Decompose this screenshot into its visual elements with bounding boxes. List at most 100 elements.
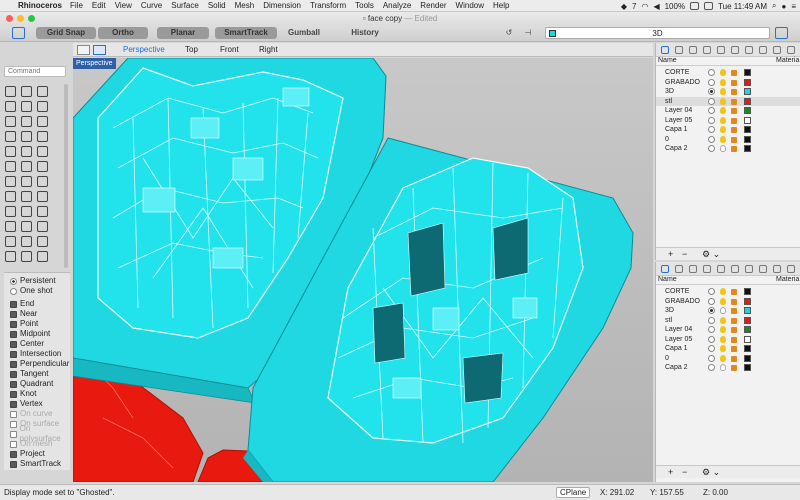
layer-color-swatch[interactable] xyxy=(744,307,751,314)
snap-checkbox[interactable] xyxy=(10,400,17,408)
menu-view[interactable]: View xyxy=(115,1,132,10)
layer-row[interactable]: Capa 2 xyxy=(656,363,800,373)
snap-checkbox[interactable] xyxy=(10,360,17,368)
current-layer-radio[interactable] xyxy=(708,364,715,371)
layer-row[interactable]: 0 xyxy=(656,135,800,145)
snap-checkbox[interactable] xyxy=(10,310,17,318)
layer-row[interactable]: GRABADO xyxy=(656,297,800,307)
light-bulb-icon[interactable] xyxy=(720,126,726,133)
curve-icon[interactable] xyxy=(21,101,32,112)
sphere-icon[interactable] xyxy=(21,146,32,157)
snap-option[interactable]: Point xyxy=(10,319,38,329)
current-layer-radio[interactable] xyxy=(708,316,715,324)
circle-icon[interactable] xyxy=(37,101,48,112)
light-bulb-icon[interactable] xyxy=(720,335,726,343)
snap-checkbox[interactable] xyxy=(10,430,17,438)
snap-checkbox[interactable] xyxy=(10,440,17,448)
lights-tab-icon[interactable] xyxy=(759,46,767,54)
snap-checkbox[interactable] xyxy=(10,450,17,458)
viewport-label[interactable]: Perspective xyxy=(73,58,116,69)
snap-option[interactable]: Near xyxy=(10,309,37,319)
close-icon[interactable] xyxy=(6,15,13,22)
snap-option[interactable]: Midpoint xyxy=(10,329,50,339)
transform-icon[interactable] xyxy=(5,251,16,262)
snap-mode-option[interactable]: One shot xyxy=(10,286,52,296)
user-icon[interactable]: ● xyxy=(781,2,786,11)
layer-color-swatch[interactable] xyxy=(744,116,751,124)
layer-color-swatch[interactable] xyxy=(744,126,751,133)
layer-row[interactable]: stl xyxy=(656,316,800,326)
radio-button[interactable] xyxy=(10,277,17,285)
dimension-icon[interactable] xyxy=(5,221,16,232)
layer-row[interactable]: Capa 1 xyxy=(656,125,800,135)
lock-icon[interactable] xyxy=(731,317,737,324)
layer-color-swatch[interactable] xyxy=(744,288,751,295)
menu-window[interactable]: Window xyxy=(456,1,484,10)
lock-icon[interactable] xyxy=(731,108,737,114)
layer-row[interactable]: Layer 05 xyxy=(656,335,800,345)
lock-icon[interactable] xyxy=(731,98,737,105)
light-bulb-icon[interactable] xyxy=(720,297,726,305)
layers-tab-icon[interactable] xyxy=(661,265,669,273)
menu-mesh[interactable]: Mesh xyxy=(235,1,255,10)
toolbar-more-icon[interactable] xyxy=(37,251,48,262)
lock-icon[interactable] xyxy=(731,89,737,95)
snap-option[interactable]: Quadrant xyxy=(10,379,53,389)
layer-row[interactable]: GRABADO xyxy=(656,78,800,88)
current-layer-radio[interactable] xyxy=(708,116,715,124)
light-bulb-icon[interactable] xyxy=(720,69,726,76)
light-bulb-icon[interactable] xyxy=(720,288,726,295)
current-layer-radio[interactable] xyxy=(708,78,715,86)
snap-option[interactable]: Perpendicular xyxy=(10,359,69,369)
menu-curve[interactable]: Curve xyxy=(141,1,162,10)
volume-icon[interactable]: ◀ xyxy=(653,2,659,11)
layer-row[interactable]: CORTE xyxy=(656,68,800,78)
snap-option[interactable]: On polysurface xyxy=(10,424,70,443)
clock[interactable]: Tue 11:49 AM xyxy=(718,2,767,11)
light-bulb-icon[interactable] xyxy=(720,88,726,95)
surface-icon[interactable] xyxy=(37,131,48,142)
snap-option[interactable]: On mesh xyxy=(10,439,52,449)
layer-color-swatch[interactable] xyxy=(744,297,751,305)
lock-icon[interactable] xyxy=(731,336,737,343)
environment-tab-icon[interactable] xyxy=(773,46,781,54)
wifi-icon[interactable]: ◠ xyxy=(641,2,648,11)
layers-tab-icon[interactable] xyxy=(661,46,669,54)
perspective-viewport[interactable]: Perspective xyxy=(73,58,653,482)
snap-option[interactable]: Intersection xyxy=(10,349,61,359)
light-bulb-icon[interactable] xyxy=(720,326,726,333)
menu-render[interactable]: Render xyxy=(420,1,446,10)
light-bulb-icon[interactable] xyxy=(720,97,726,105)
snap-checkbox[interactable] xyxy=(10,460,17,468)
redo-icon[interactable]: ⊣ xyxy=(522,27,534,39)
current-layer-radio[interactable] xyxy=(708,354,715,362)
lock-icon[interactable] xyxy=(731,146,737,152)
current-layer-radio[interactable] xyxy=(708,307,715,314)
lock-icon[interactable] xyxy=(731,365,737,371)
grid-snap-button[interactable]: Grid Snap xyxy=(36,27,96,39)
menu-transform[interactable]: Transform xyxy=(310,1,346,10)
snap-checkbox[interactable] xyxy=(10,300,17,308)
light-bulb-icon[interactable] xyxy=(720,145,726,152)
current-layer-radio[interactable] xyxy=(708,88,715,95)
notes-tab-icon[interactable] xyxy=(745,265,753,273)
radio-button[interactable] xyxy=(10,287,17,295)
current-layer-radio[interactable] xyxy=(708,69,715,76)
current-layer-radio[interactable] xyxy=(708,297,715,305)
tab-right[interactable]: Right xyxy=(259,45,278,55)
tab-front[interactable]: Front xyxy=(220,45,239,55)
ortho-button[interactable]: Ortho xyxy=(98,27,148,39)
point-icon[interactable] xyxy=(21,86,32,97)
layer-row[interactable]: Layer 04 xyxy=(656,325,800,335)
snap-checkbox[interactable] xyxy=(10,320,17,328)
snap-option[interactable]: Center xyxy=(10,339,44,349)
layer-color-swatch[interactable] xyxy=(744,69,751,76)
current-layer-radio[interactable] xyxy=(708,107,715,114)
search-icon[interactable]: ⌕ xyxy=(772,1,776,11)
light-bulb-icon[interactable] xyxy=(720,364,726,371)
menu-tools[interactable]: Tools xyxy=(355,1,374,10)
current-layer-radio[interactable] xyxy=(708,326,715,333)
snap-checkbox[interactable] xyxy=(10,380,17,388)
name-column-header[interactable]: Name xyxy=(658,276,677,284)
menu-dimension[interactable]: Dimension xyxy=(263,1,301,10)
